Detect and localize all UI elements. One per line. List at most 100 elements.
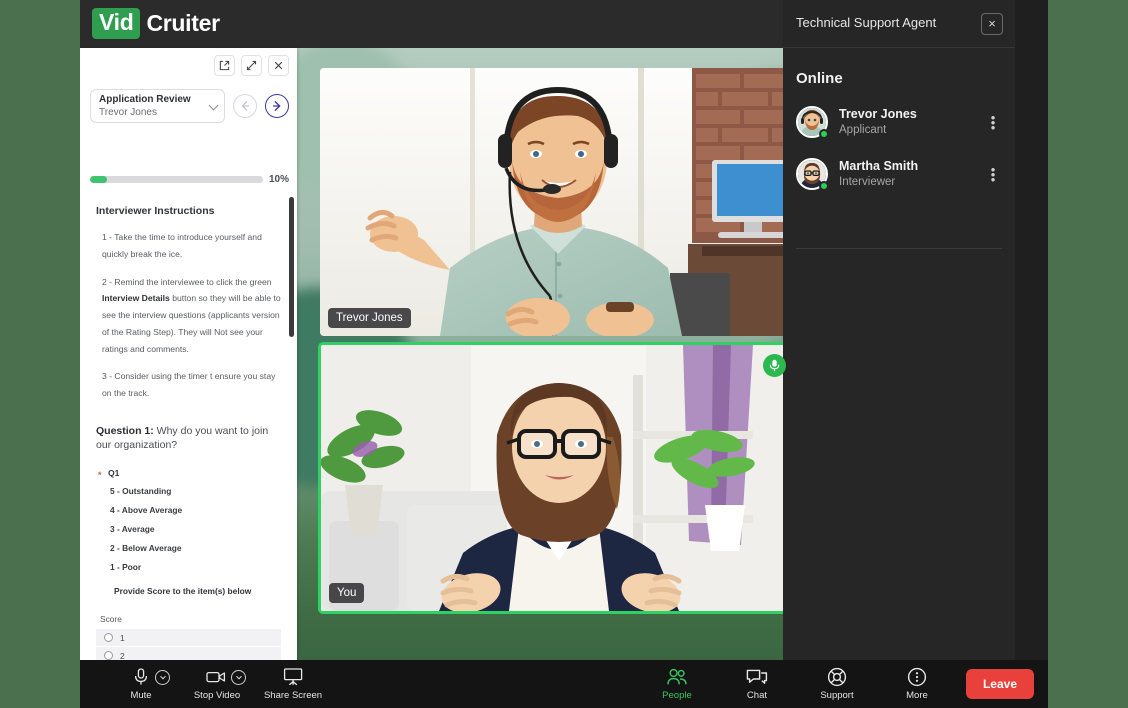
remote-participant-video — [320, 68, 797, 336]
toolbar-left-group: Mute Stop Video — [110, 660, 324, 708]
share-screen-button[interactable]: Share Screen — [262, 660, 324, 708]
instruction-1: 1 - Take the time to introduce yourself … — [102, 229, 281, 263]
video-tile-local[interactable]: You — [318, 342, 799, 614]
support-button[interactable]: Support — [806, 660, 868, 708]
previous-step-button[interactable] — [233, 94, 257, 118]
share-screen-label: Share Screen — [264, 690, 322, 701]
review-step-select[interactable]: Application Review Trevor Jones — [90, 89, 225, 123]
chat-label: Chat — [747, 690, 767, 701]
progress-fill — [90, 176, 107, 183]
more-label: More — [906, 690, 928, 701]
logo-badge: Vid — [92, 8, 140, 39]
arrow-left-icon — [239, 100, 251, 112]
scale-item-3: 3 - Average — [110, 524, 281, 534]
close-icon[interactable] — [268, 55, 289, 76]
participant-menu-icon[interactable]: ••• — [986, 115, 1002, 130]
panel-divider — [796, 248, 1002, 249]
radio-icon[interactable] — [104, 651, 113, 660]
support-label: Support — [820, 690, 853, 701]
video-options-chevron-icon[interactable] — [231, 670, 246, 685]
microphone-icon — [134, 667, 148, 687]
participant-row-trevor-jones[interactable]: Trevor Jones Applicant ••• — [796, 100, 1002, 144]
people-icon — [666, 667, 688, 687]
score-option-label: 1 — [120, 633, 125, 643]
online-status-dot — [819, 181, 829, 191]
scale-item-1: 1 - Poor — [110, 562, 281, 572]
review-progress: 10% — [90, 174, 289, 185]
share-screen-icon — [283, 667, 303, 687]
support-lifebuoy-icon — [827, 667, 847, 687]
online-section-title: Online — [796, 70, 1002, 87]
meeting-toolbar: Mute Stop Video — [80, 660, 1048, 708]
more-icon — [907, 667, 927, 687]
vidcruiter-logo: Vid Cruiter — [92, 8, 220, 39]
participant-info: Trevor Jones Applicant — [839, 106, 986, 138]
instructions-heading: Interviewer Instructions — [96, 205, 281, 217]
participants-panel-body: Online — [783, 48, 1015, 196]
logo-word: Cruiter — [146, 10, 219, 37]
participants-panel-title: Technical Support Agent — [796, 15, 936, 30]
question-text: Question 1: Why do you want to join our … — [96, 424, 281, 452]
open-external-icon[interactable] — [214, 55, 235, 76]
review-scroll-area[interactable]: Interviewer Instructions 1 - Take the ti… — [80, 193, 297, 708]
mute-button[interactable]: Mute — [110, 660, 172, 708]
instruction-2-bold: Interview Details — [102, 293, 170, 303]
video-stage: Trevor Jones — [296, 48, 815, 660]
next-step-button[interactable] — [265, 94, 289, 118]
toolbar-right-group: People Chat — [646, 660, 1034, 708]
score-option-1[interactable]: 1 — [96, 629, 281, 646]
tile-label-remote: Trevor Jones — [328, 308, 411, 328]
more-button[interactable]: More — [886, 660, 948, 708]
audio-options-chevron-icon[interactable] — [155, 670, 170, 685]
tile-label-local: You — [329, 583, 364, 603]
online-status-dot — [819, 129, 829, 139]
microphone-active-badge — [763, 354, 786, 377]
people-button[interactable]: People — [646, 660, 708, 708]
scale-item-5: 5 - Outstanding — [110, 486, 281, 496]
participant-role: Applicant — [839, 122, 986, 138]
chat-button[interactable]: Chat — [726, 660, 788, 708]
rating-group-label: Q1 — [108, 468, 281, 478]
participants-panel: Technical Support Agent × Online — [783, 0, 1015, 708]
participant-menu-icon[interactable]: ••• — [986, 167, 1002, 182]
scale-item-2: 2 - Below Average — [110, 543, 281, 553]
scrollbar-thumb[interactable] — [289, 197, 294, 337]
review-scrollbar[interactable] — [289, 193, 294, 708]
meeting-window: Vid Cruiter — [80, 0, 1048, 708]
review-step-subtitle: Trevor Jones — [99, 106, 202, 119]
participants-panel-header: Technical Support Agent × — [783, 0, 1015, 48]
microphone-icon — [769, 359, 780, 372]
score-field-label: Score — [100, 614, 281, 624]
chevron-down-icon — [209, 101, 219, 111]
leave-button[interactable]: Leave — [966, 669, 1034, 699]
participant-name: Martha Smith — [839, 158, 986, 174]
participant-role: Interviewer — [839, 174, 986, 190]
avatar — [796, 106, 828, 138]
instruction-2: 2 - Remind the interviewee to click the … — [102, 274, 281, 358]
participant-name: Trevor Jones — [839, 106, 986, 122]
video-camera-icon — [206, 667, 228, 687]
app-header: Vid Cruiter — [80, 0, 815, 48]
arrow-right-icon — [271, 100, 283, 112]
question-number: Question 1: — [96, 425, 154, 437]
instruction-3: 3 - Consider using the timer t ensure yo… — [102, 368, 281, 402]
mute-label: Mute — [130, 690, 151, 701]
chat-icon — [746, 667, 768, 687]
scale-item-4: 4 - Above Average — [110, 505, 281, 515]
radio-icon[interactable] — [104, 633, 113, 642]
stop-video-label: Stop Video — [194, 690, 240, 701]
review-step-title: Application Review — [99, 93, 202, 106]
avatar — [796, 158, 828, 190]
progress-percent-label: 10% — [269, 174, 289, 185]
progress-track — [90, 176, 263, 183]
review-panel-tools — [214, 55, 289, 76]
application-review-panel: Application Review Trevor Jones — [80, 48, 297, 660]
close-icon[interactable]: × — [981, 13, 1003, 35]
expand-icon[interactable] — [241, 55, 262, 76]
people-label: People — [662, 690, 692, 701]
review-nav-row: Application Review Trevor Jones — [90, 89, 289, 123]
provide-score-label: Provide Score to the item(s) below — [114, 586, 281, 596]
stop-video-button[interactable]: Stop Video — [186, 660, 248, 708]
participant-row-martha-smith[interactable]: Martha Smith Interviewer ••• — [796, 152, 1002, 196]
video-tile-remote[interactable]: Trevor Jones — [320, 68, 797, 336]
